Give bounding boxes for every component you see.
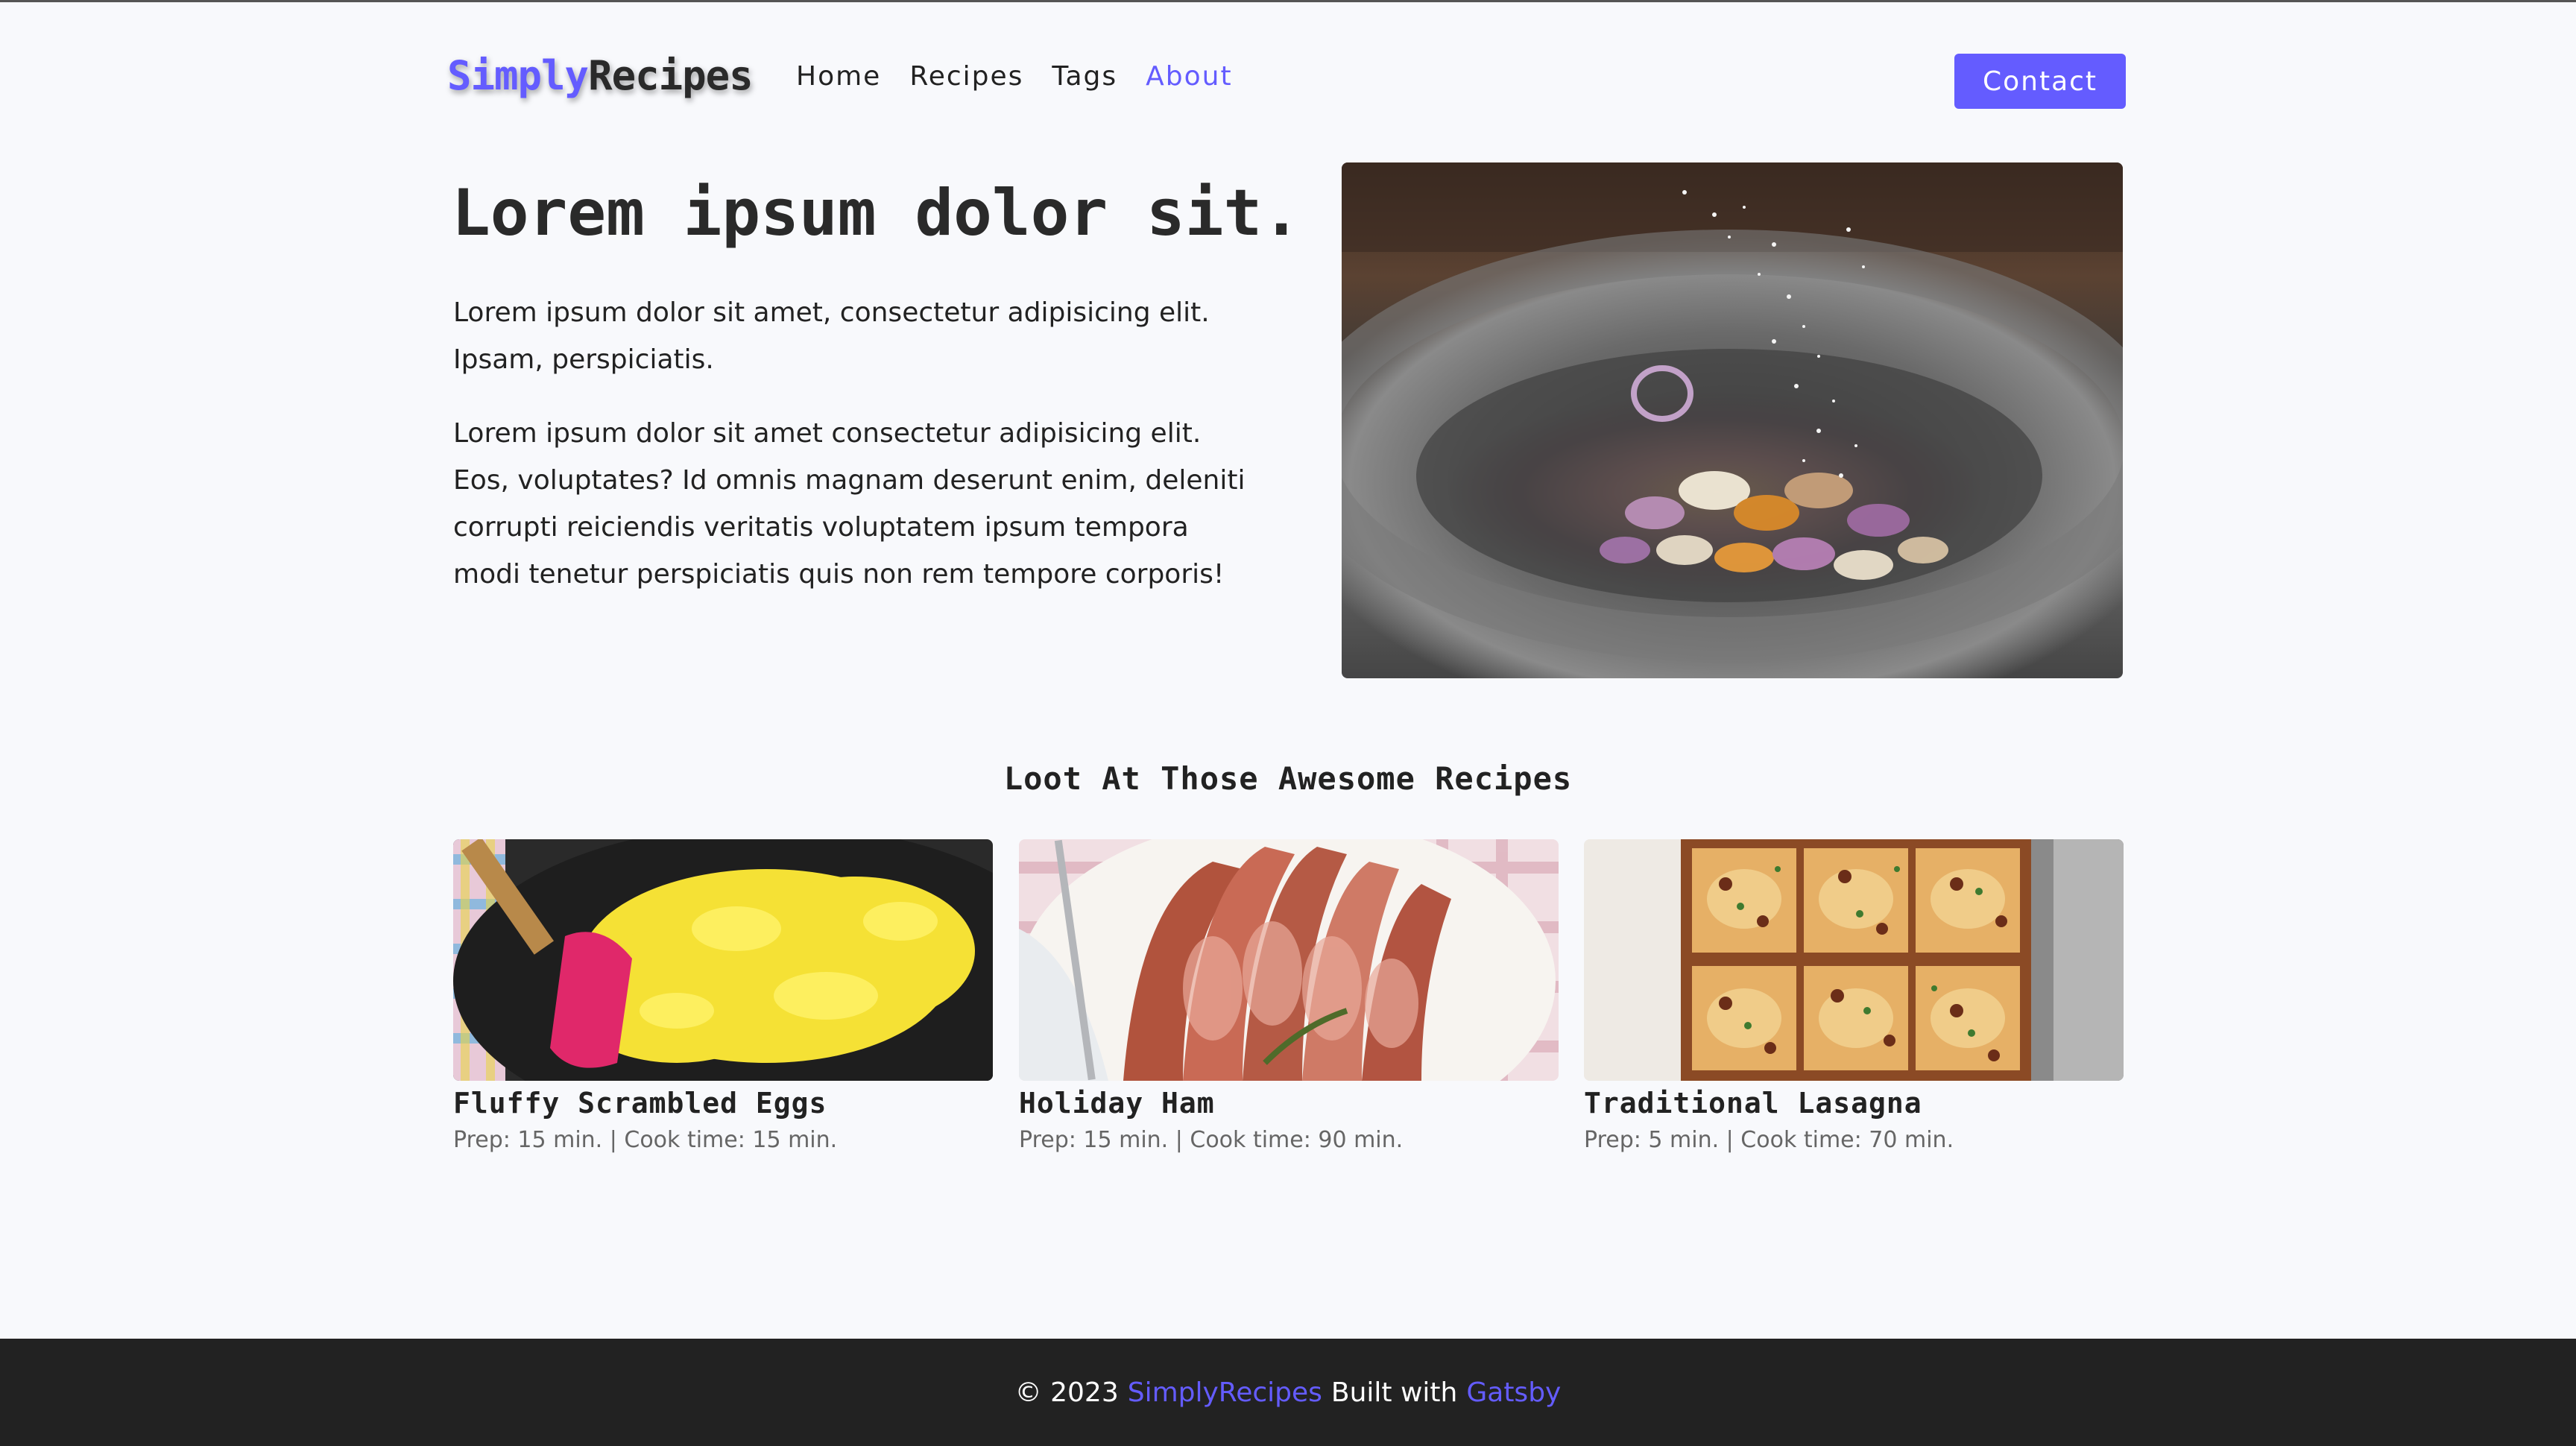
recipe-title[interactable]: Traditional Lasagna <box>1584 1087 2124 1120</box>
nav-links: Home Recipes Tags About <box>796 61 1261 92</box>
hero-paragraph-1: Lorem ipsum dolor sit amet, consectetur … <box>453 297 1210 375</box>
recipe-title[interactable]: Fluffy Scrambled Eggs <box>453 1087 993 1120</box>
hero-title: Lorem ipsum dolor sit. <box>452 176 1301 250</box>
top-border <box>0 0 2576 2</box>
recipe-image-lasagna[interactable] <box>1584 839 2124 1081</box>
site-logo[interactable]: SimplyRecipes <box>447 52 754 99</box>
nav-link-recipes[interactable]: Recipes <box>909 61 1023 92</box>
recipe-image-scrambled-eggs[interactable] <box>453 839 993 1081</box>
recipe-meta: Prep: 15 min. | Cook time: 90 min. <box>1019 1127 1404 1153</box>
recipe-card-scrambled-eggs[interactable]: Fluffy Scrambled Eggs Prep: 15 min. | Co… <box>453 839 993 1153</box>
recipe-image-holiday-ham[interactable] <box>1019 839 1559 1081</box>
hero-image-mortar-with-spices <box>1342 162 2123 678</box>
nav-link-home[interactable]: Home <box>796 61 881 92</box>
footer: © 2023 SimplyRecipes Built with Gatsby <box>0 1339 2576 1446</box>
nav-link-tags[interactable]: Tags <box>1052 61 1117 92</box>
nav-link-about[interactable]: About <box>1146 61 1232 92</box>
footer-copyright: © 2023 <box>1014 1377 1119 1408</box>
logo-part-simply: Simply <box>447 52 589 99</box>
logo-part-recipes: Recipes <box>588 52 754 99</box>
hero-paragraph-2: Lorem ipsum dolor sit amet consectetur a… <box>453 418 1246 590</box>
footer-brand-link[interactable]: SimplyRecipes <box>1128 1377 1322 1408</box>
recipe-meta: Prep: 15 min. | Cook time: 15 min. <box>453 1127 838 1153</box>
recipe-meta: Prep: 5 min. | Cook time: 70 min. <box>1584 1127 1954 1153</box>
recipe-card-holiday-ham[interactable]: Holiday Ham Prep: 15 min. | Cook time: 9… <box>1019 839 1559 1153</box>
featured-recipes-heading: Loot At Those Awesome Recipes <box>1003 760 1573 797</box>
footer-gatsby-link[interactable]: Gatsby <box>1466 1377 1561 1408</box>
contact-button[interactable]: Contact <box>1954 54 2126 109</box>
navbar: SimplyRecipes Home Recipes Tags About Co… <box>447 51 2126 112</box>
recipe-title[interactable]: Holiday Ham <box>1019 1087 1559 1120</box>
recipe-card-lasagna[interactable]: Traditional Lasagna Prep: 5 min. | Cook … <box>1584 839 2124 1153</box>
footer-built-with: Built with <box>1330 1377 1458 1408</box>
